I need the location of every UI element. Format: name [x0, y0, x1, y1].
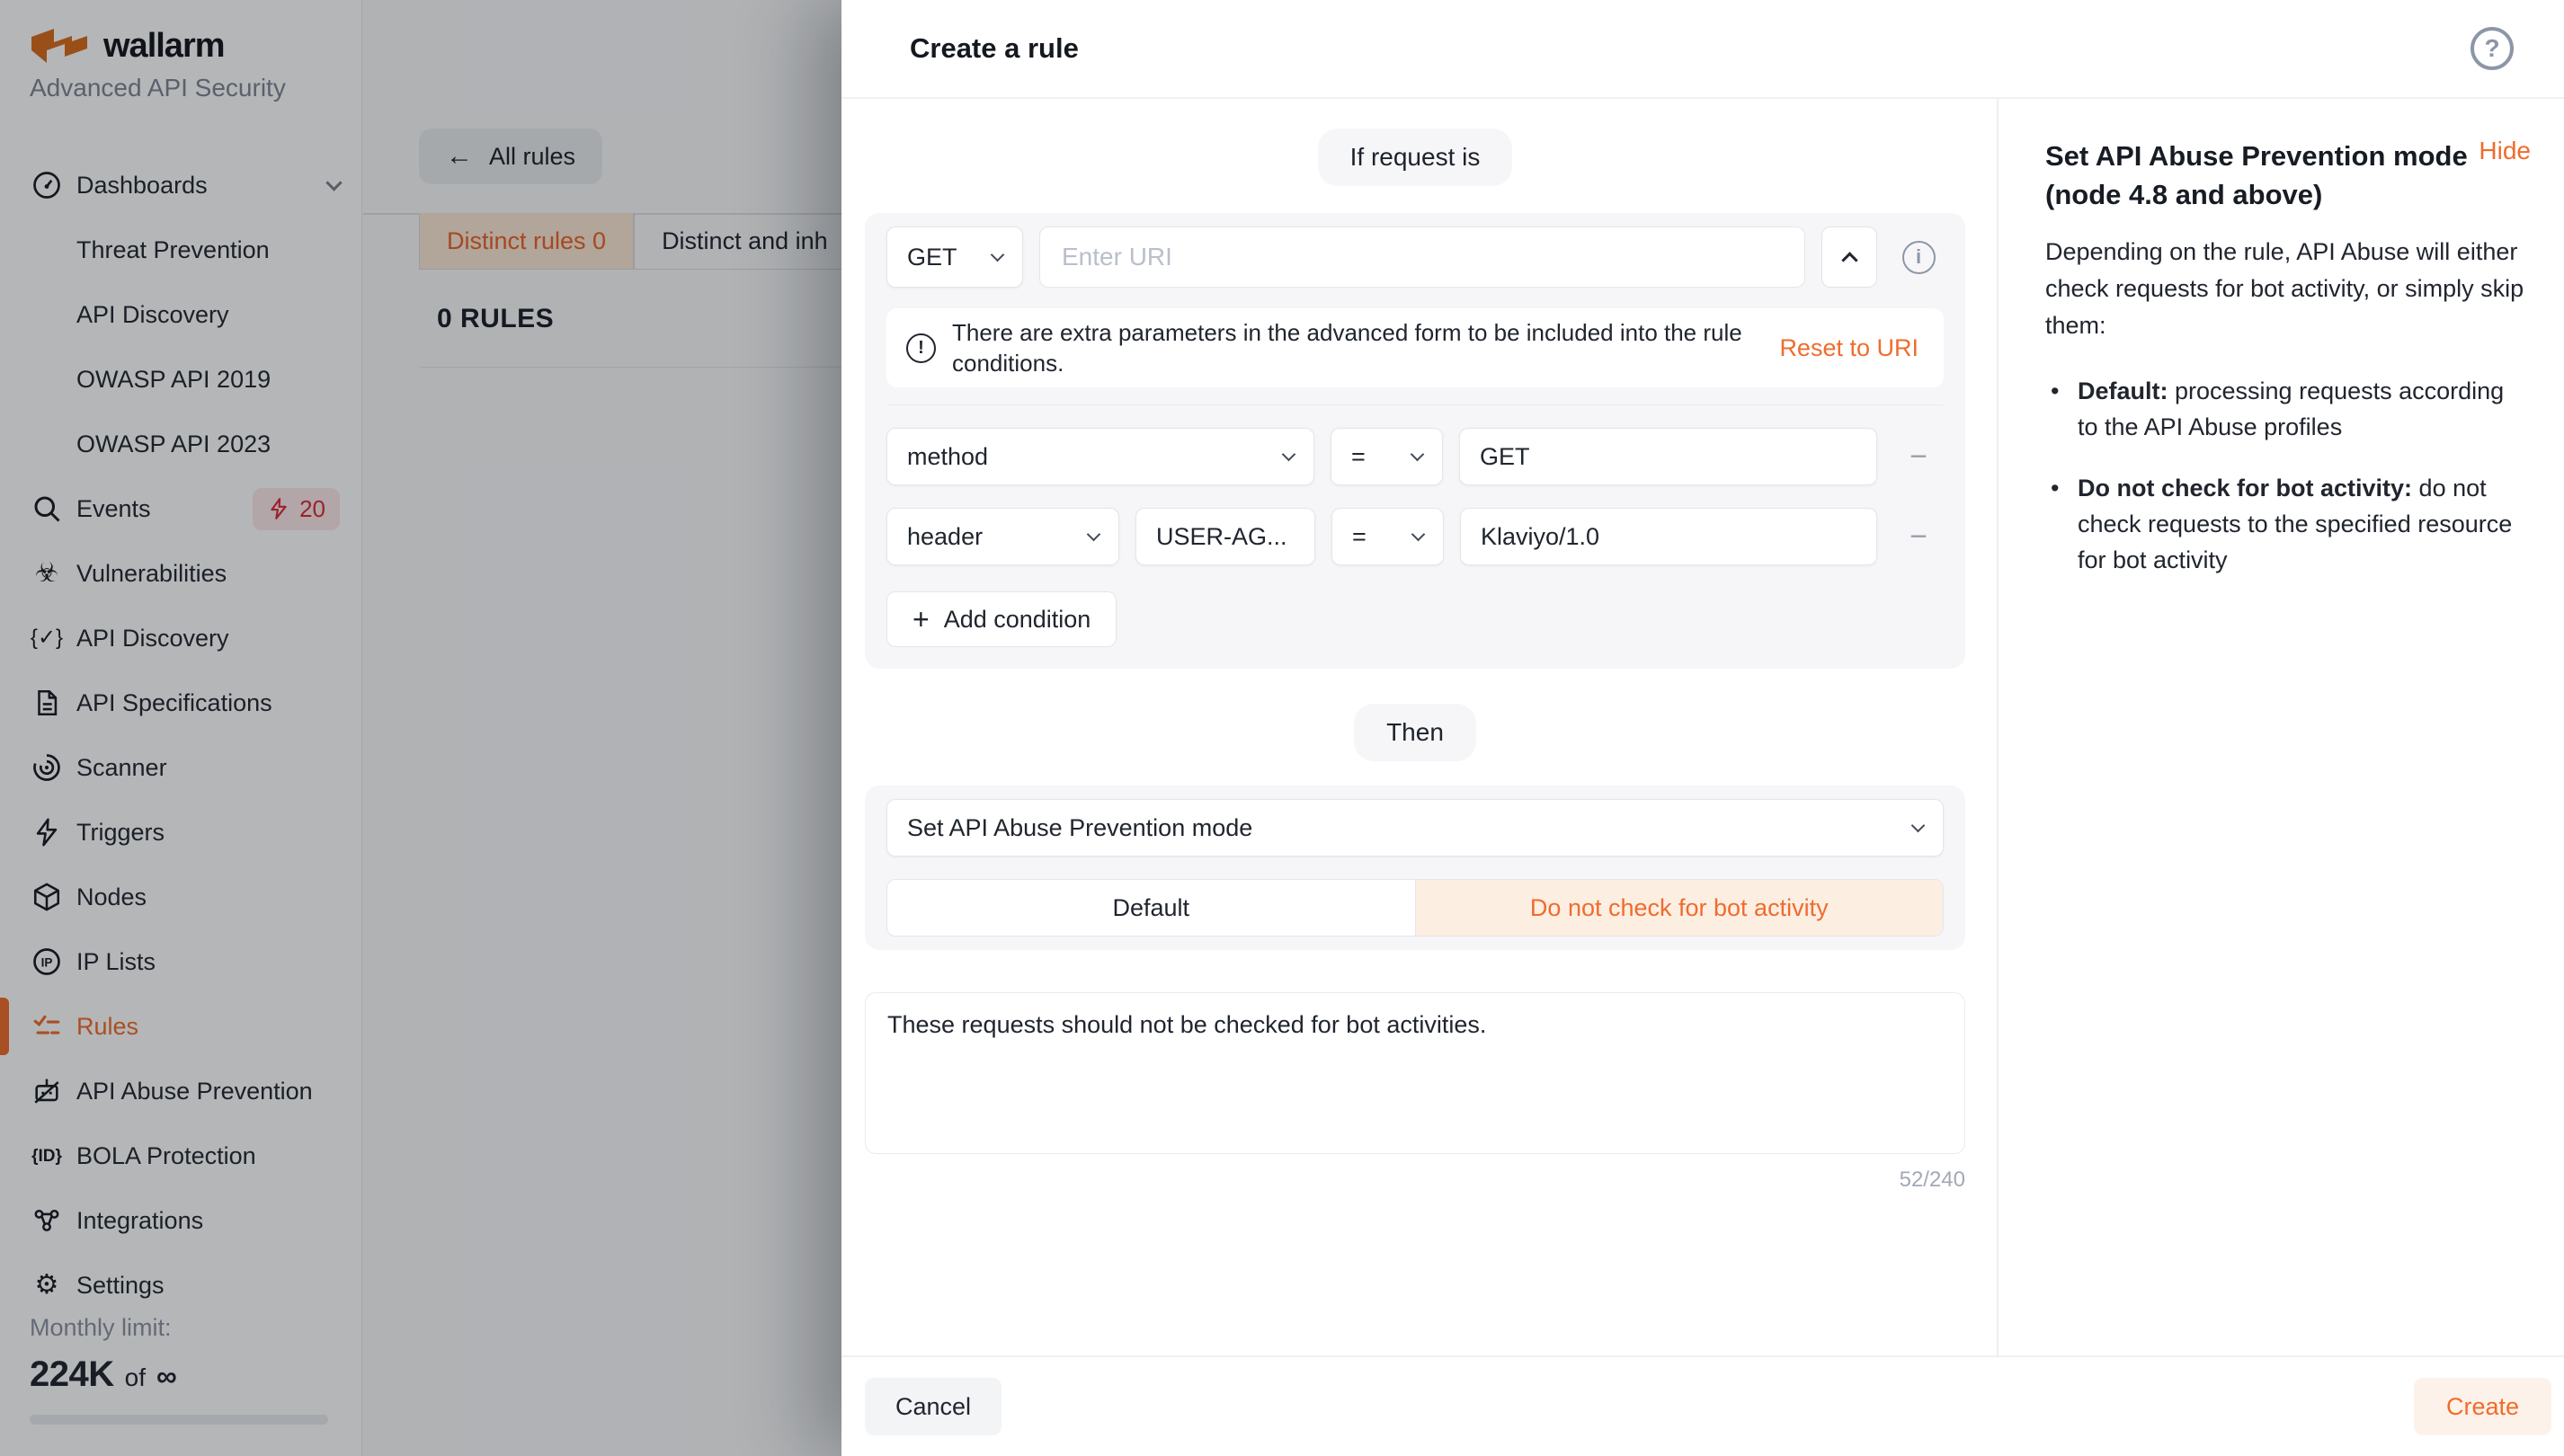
mode-option-do-not-check[interactable]: Do not check for bot activity [1415, 880, 1944, 936]
chevron-down-icon [991, 248, 1005, 262]
remove-condition-icon[interactable]: − [1910, 441, 1927, 472]
conditions-divider [886, 404, 1944, 405]
condition-field-value: method [907, 443, 988, 471]
condition-value-input[interactable]: Klaviyo/1.0 [1460, 508, 1877, 565]
mode-segmented-control: Default Do not check for bot activity [886, 879, 1944, 937]
condition-operator-value: = [1351, 443, 1366, 471]
condition-operator-select[interactable]: = [1331, 428, 1443, 485]
condition-operator-select[interactable]: = [1331, 508, 1444, 565]
add-condition-label: Add condition [944, 606, 1091, 634]
bullet-lead: Do not check for bot activity: [2078, 475, 2412, 502]
help-panel-title: Set API Abuse Prevention mode (node 4.8 … [2045, 137, 2477, 214]
help-panel-header: Set API Abuse Prevention mode (node 4.8 … [2045, 137, 2531, 214]
modal-header: Create a rule ? [841, 0, 2564, 99]
conditions-panel: GET i ! There are extra paramet [865, 213, 1965, 669]
condition-value: GET [1480, 443, 1530, 471]
help-icon[interactable]: ? [2471, 27, 2514, 70]
mode-option-default[interactable]: Default [887, 880, 1415, 936]
uri-info-zone: i [1893, 241, 1944, 274]
if-request-is-pill: If request is [1318, 129, 1513, 186]
chevron-down-icon [1911, 819, 1926, 833]
rule-action-select[interactable]: Set API Abuse Prevention mode [886, 799, 1944, 857]
condition-row-method: method = GET − [886, 428, 1944, 485]
chevron-down-icon [1282, 448, 1296, 462]
add-condition-button[interactable]: + Add condition [886, 591, 1117, 647]
modal-body: If request is GET i [841, 99, 2564, 1355]
wallarm-app: wallarm Advanced API Security Dashboards… [0, 0, 2564, 1456]
reset-to-uri-link[interactable]: Reset to URI [1779, 334, 1924, 362]
collapse-advanced-button[interactable] [1821, 226, 1877, 288]
alert-message: There are extra parameters in the advanc… [952, 317, 1763, 378]
info-icon[interactable]: i [1902, 241, 1936, 274]
condition-field-value: header [907, 523, 983, 551]
bullet-lead: Default: [2078, 377, 2168, 404]
help-panel-intro: Depending on the rule, API Abuse will ei… [2045, 234, 2531, 344]
plus-icon: + [913, 605, 930, 634]
rule-action-value: Set API Abuse Prevention mode [907, 814, 1252, 842]
remove-condition-zone: − [1893, 441, 1944, 472]
modal-footer: Cancel Create [841, 1355, 2564, 1456]
alert-icon: ! [906, 333, 936, 363]
create-rule-modal: Create a rule ? If request is GET [841, 0, 2564, 1456]
condition-field-select[interactable]: method [886, 428, 1314, 485]
http-method-select[interactable]: GET [886, 226, 1023, 288]
rule-comment-textarea[interactable]: These requests should not be checked for… [865, 992, 1965, 1154]
hide-panel-link[interactable]: Hide [2479, 137, 2531, 165]
help-panel-bullets: Default: processing requests according t… [2045, 373, 2531, 578]
rule-form: If request is GET i [841, 99, 1997, 1355]
condition-row-header: header USER-AG... = Klaviyo/1.0 [886, 508, 1944, 565]
chevron-down-icon [1411, 448, 1425, 462]
chevron-up-icon [1841, 252, 1857, 268]
condition-key-input[interactable]: USER-AG... [1135, 508, 1315, 565]
action-panel: Set API Abuse Prevention mode Default Do… [865, 786, 1965, 950]
create-button[interactable]: Create [2414, 1378, 2551, 1435]
bullet-default: Default: processing requests according t… [2045, 373, 2531, 445]
mode-help-panel: Set API Abuse Prevention mode (node 4.8 … [1997, 99, 2564, 1355]
condition-operator-value: = [1352, 523, 1367, 551]
chevron-down-icon [1087, 528, 1101, 542]
modal-title: Create a rule [910, 32, 1079, 65]
uri-input[interactable] [1039, 226, 1805, 288]
chevron-down-icon [1411, 528, 1426, 542]
condition-key-value: USER-AG... [1156, 523, 1287, 551]
remove-condition-zone: − [1893, 521, 1944, 552]
condition-value: Klaviyo/1.0 [1481, 523, 1599, 551]
then-pill: Then [1354, 704, 1476, 761]
bullet-do-not-check: Do not check for bot activity: do not ch… [2045, 470, 2531, 578]
extra-parameters-alert: ! There are extra parameters in the adva… [886, 308, 1944, 387]
cancel-button[interactable]: Cancel [865, 1378, 1002, 1435]
condition-value-input[interactable]: GET [1459, 428, 1877, 485]
http-method-value: GET [907, 244, 957, 271]
condition-field-select[interactable]: header [886, 508, 1119, 565]
char-counter: 52/240 [865, 1167, 1965, 1193]
remove-condition-icon[interactable]: − [1910, 521, 1927, 552]
uri-row: GET i [886, 226, 1944, 288]
